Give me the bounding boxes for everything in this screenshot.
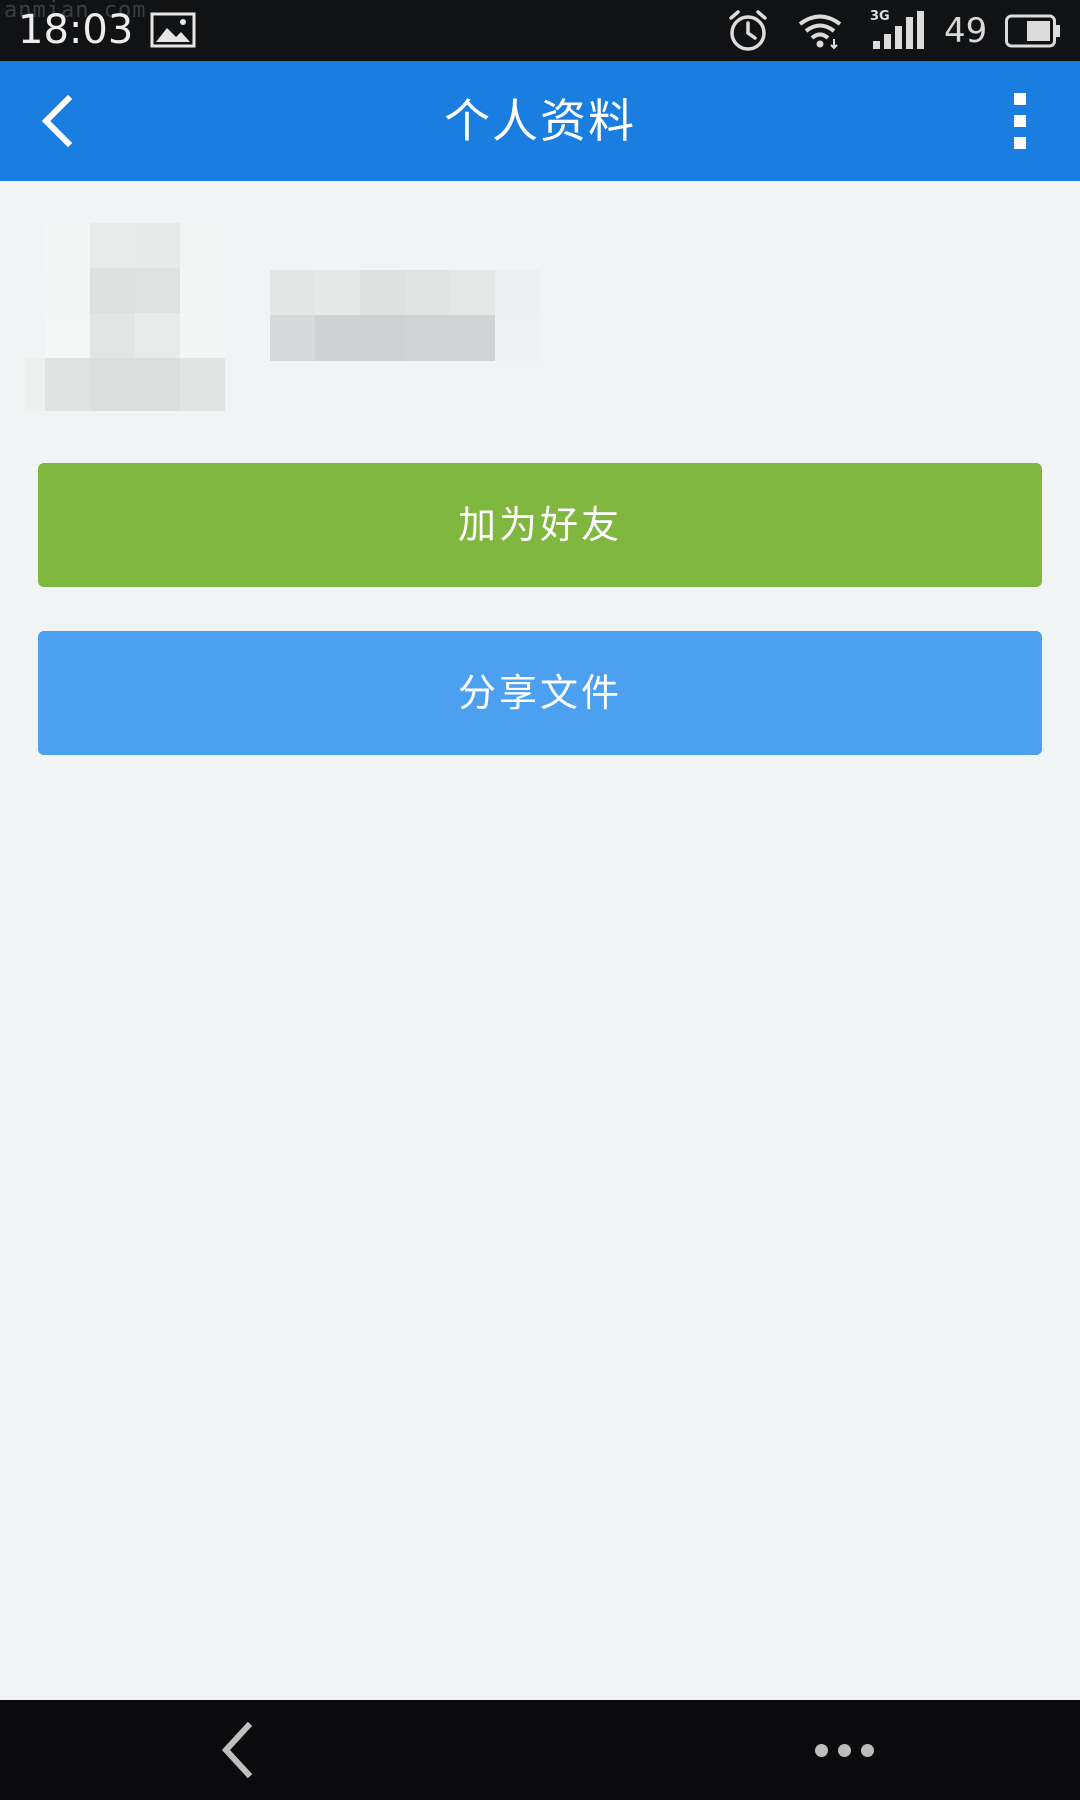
nav-back-button[interactable]: [206, 1720, 266, 1780]
add-friend-button[interactable]: 加为好友: [38, 463, 1042, 587]
status-bar: anmian.com 18:03 3G 49: [0, 0, 1080, 61]
app-bar: 个人资料: [0, 61, 1080, 181]
more-horizontal-icon-dot: [861, 1744, 874, 1757]
image-icon: [150, 12, 196, 48]
share-file-button[interactable]: 分享文件: [38, 631, 1042, 755]
avatar[interactable]: [25, 223, 225, 413]
wifi-icon: [798, 14, 842, 50]
more-horizontal-icon: [815, 1744, 828, 1757]
page-title: 个人资料: [444, 94, 636, 148]
more-horizontal-icon-dot: [838, 1744, 851, 1757]
more-vertical-icon-dot: [1014, 137, 1026, 149]
battery-level: 49: [944, 11, 988, 51]
signal-icon: 3G: [870, 9, 926, 51]
screen: anmian.com 18:03 3G 49 个人资料 加为好友 分享文件: [0, 0, 1080, 1800]
more-options-button[interactable]: [1004, 91, 1036, 151]
battery-icon: [1005, 14, 1060, 48]
profile-header: [0, 181, 1080, 431]
profile-name-redacted: [270, 270, 540, 362]
navigation-bar: [0, 1700, 1080, 1800]
more-vertical-icon: [1014, 93, 1026, 105]
chevron-left-icon: [221, 1721, 253, 1779]
alarm-icon: [729, 10, 767, 51]
more-vertical-icon-dot: [1014, 115, 1026, 127]
status-time: 18:03: [18, 7, 134, 53]
nav-menu-button[interactable]: [812, 1738, 876, 1762]
